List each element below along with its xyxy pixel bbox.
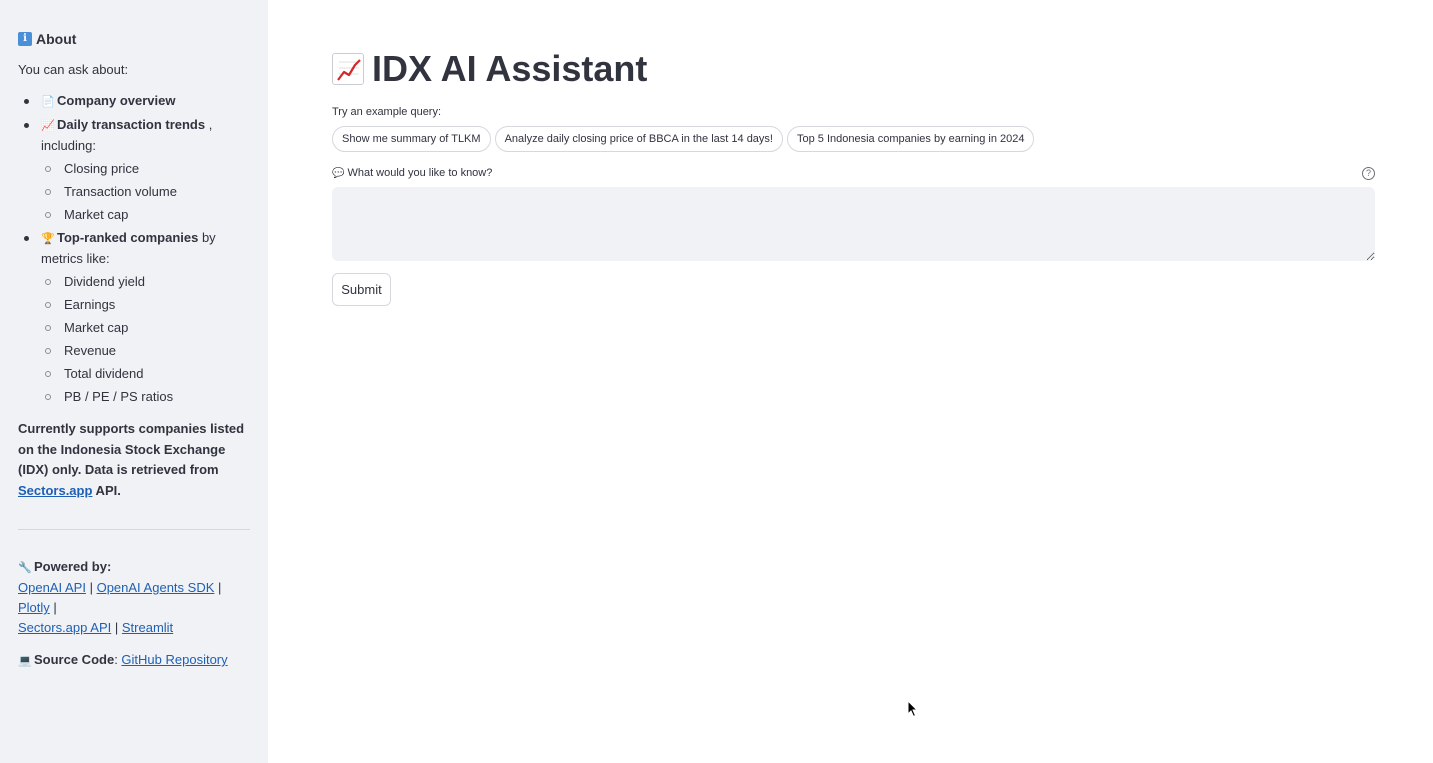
info-icon: i	[18, 32, 32, 46]
subtopic-item: PB / PE / PS ratios	[41, 387, 250, 407]
topic-item: 🏆 Top-ranked companies by metrics like: D…	[22, 228, 250, 407]
subtopic-list: Closing price Transaction volume Market …	[41, 159, 250, 225]
query-label: 💬 What would you like to know?	[332, 167, 492, 179]
query-label-text: What would you like to know?	[347, 167, 493, 179]
note-text: Currently supports companies listed on t…	[18, 421, 245, 477]
streamlit-link[interactable]: Streamlit	[122, 620, 173, 635]
topic-bold: Top-ranked companies	[57, 230, 199, 245]
sectors-app-api-link[interactable]: Sectors.app API	[18, 620, 111, 635]
page-title: IDX AI Assistant	[332, 48, 647, 90]
topic-bold: Company overview	[57, 93, 176, 108]
about-heading: i About	[18, 29, 250, 49]
subtopic-list: Dividend yield Earnings Market cap Reven…	[41, 272, 250, 407]
topic-item: 📄 Company overview	[22, 91, 250, 112]
powered-by-heading: 🔧 Powered by:	[18, 557, 250, 578]
sidebar: i About You can ask about: 📄 Company over…	[0, 0, 268, 763]
subtopic-item: Total dividend	[41, 364, 250, 384]
example-chip-bbca[interactable]: Analyze daily closing price of BBCA in t…	[494, 126, 783, 152]
github-repo-link[interactable]: GitHub Repository	[121, 652, 227, 667]
chart-icon: 📈	[41, 120, 55, 132]
example-query-label: Try an example query:	[332, 106, 442, 118]
speech-bubble-icon: 💬	[332, 167, 345, 179]
topic-bold: Daily transaction trends	[57, 117, 206, 132]
separator: |	[218, 580, 222, 595]
example-chip-tlkm[interactable]: Show me summary of TLKM	[332, 126, 491, 152]
separator: |	[89, 580, 93, 595]
subtopic-item: Closing price	[41, 159, 250, 179]
powered-by-links: OpenAI API | OpenAI Agents SDK | Plotly …	[18, 578, 250, 638]
mouse-cursor-icon	[907, 700, 919, 718]
subtopic-item: Transaction volume	[41, 182, 250, 202]
help-icon[interactable]: ?	[1362, 167, 1375, 180]
support-note: Currently supports companies listed on t…	[18, 419, 250, 501]
laptop-icon: 💻	[18, 655, 32, 667]
subtopic-item: Market cap	[41, 205, 250, 225]
wrench-icon: 🔧	[18, 562, 32, 574]
source-code-line: 💻 Source Code: GitHub Repository	[18, 650, 250, 671]
example-query-chips: Show me summary of TLKM Analyze daily cl…	[332, 126, 1035, 152]
topic-item: 📈 Daily transaction trends , including: C…	[22, 115, 250, 225]
example-chip-top5[interactable]: Top 5 Indonesia companies by earning in …	[786, 126, 1035, 152]
subtopic-item: Earnings	[41, 295, 250, 315]
page-icon: 📄	[41, 96, 55, 108]
powered-by-label: Powered by:	[34, 559, 112, 574]
subtopic-item: Revenue	[41, 341, 250, 361]
openai-agents-sdk-link[interactable]: OpenAI Agents SDK	[97, 580, 215, 595]
subtopic-item: Dividend yield	[41, 272, 250, 292]
openai-api-link[interactable]: OpenAI API	[18, 580, 86, 595]
note-text-end: API.	[92, 482, 121, 498]
source-code-label: Source Code	[34, 652, 115, 667]
trophy-icon: 🏆	[41, 233, 55, 245]
page-title-text: IDX AI Assistant	[372, 48, 648, 89]
about-title: About	[36, 31, 77, 47]
plotly-link[interactable]: Plotly	[18, 600, 50, 615]
sectors-app-link[interactable]: Sectors.app	[18, 483, 92, 498]
chart-increasing-icon	[332, 53, 364, 85]
query-input[interactable]	[332, 187, 1375, 261]
about-intro: You can ask about:	[18, 62, 129, 77]
separator: |	[53, 600, 57, 615]
separator: |	[114, 620, 119, 635]
subtopic-item: Market cap	[41, 318, 250, 338]
sidebar-divider	[18, 529, 250, 530]
topic-list: 📄 Company overview 📈 Daily transaction tre…	[18, 91, 250, 407]
submit-button[interactable]: Submit	[332, 273, 391, 306]
